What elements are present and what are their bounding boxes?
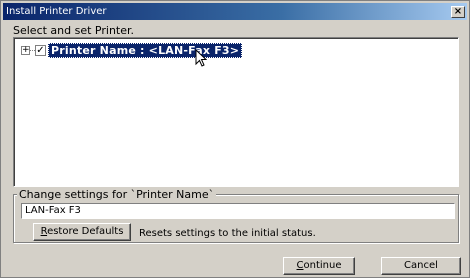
printer-tree-inner: + ✓ Printer Name : <LAN-Fax F3> bbox=[14, 38, 458, 186]
title-bar[interactable]: Install Printer Driver × bbox=[3, 3, 467, 20]
continue-label: ontinue bbox=[303, 260, 342, 271]
window-title: Install Printer Driver bbox=[6, 6, 107, 17]
cancel-button[interactable]: Cancel bbox=[381, 257, 461, 275]
restore-defaults-button[interactable]: Restore Defaults bbox=[33, 223, 131, 241]
printer-name-field[interactable]: LAN-Fax F3 bbox=[21, 203, 455, 219]
printer-checkbox[interactable]: ✓ bbox=[35, 45, 46, 56]
restore-label: estore Defaults bbox=[47, 226, 124, 237]
printer-name-label[interactable]: Printer Name : <LAN-Fax F3> bbox=[48, 43, 243, 58]
reset-description: Resets settings to the initial status. bbox=[139, 228, 316, 239]
printer-tree[interactable]: + ✓ Printer Name : <LAN-Fax F3> bbox=[13, 37, 459, 187]
tree-node-printer[interactable]: + ✓ Printer Name : <LAN-Fax F3> bbox=[21, 43, 243, 58]
continue-mnemonic: C bbox=[296, 260, 304, 271]
expand-icon[interactable]: + bbox=[21, 46, 30, 55]
close-button[interactable]: × bbox=[451, 5, 465, 18]
instruction-text: Select and set Printer. bbox=[13, 24, 135, 37]
mouse-pointer-icon bbox=[195, 49, 208, 67]
continue-button[interactable]: Continue bbox=[283, 257, 355, 275]
install-printer-driver-window: Install Printer Driver × Select and set … bbox=[0, 0, 470, 278]
settings-group-legend: Change settings for `Printer Name` bbox=[17, 188, 217, 201]
